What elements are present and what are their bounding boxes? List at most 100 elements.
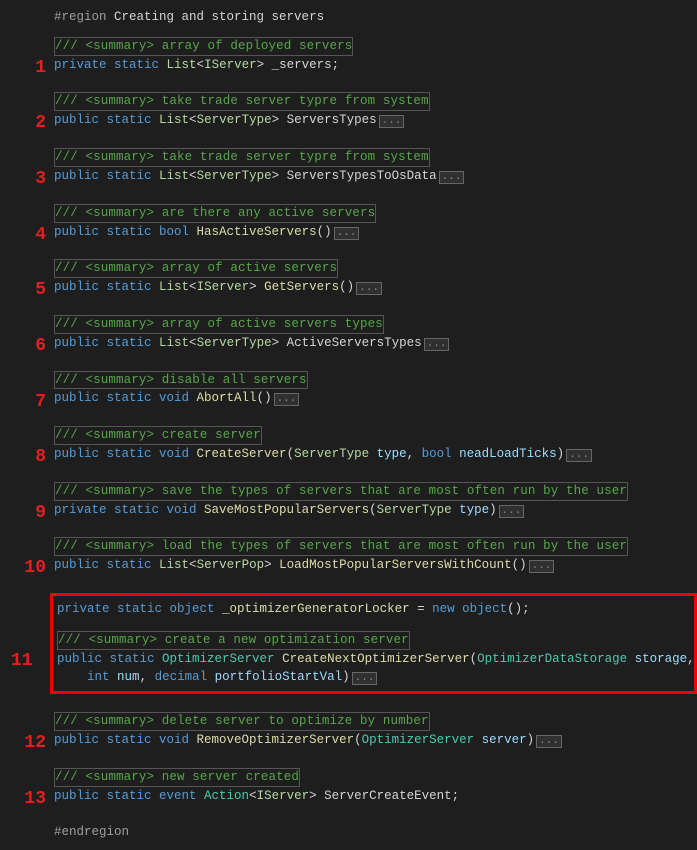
token: > (272, 169, 287, 183)
annotation-number: 1 (4, 55, 46, 82)
token: public (54, 336, 107, 350)
code-line: public static OptimizerServer CreateNext… (57, 650, 690, 669)
code-line: public static List<ServerType> ServersTy… (54, 111, 697, 130)
token: new (432, 602, 462, 616)
token: private (57, 602, 117, 616)
annotation-number: 5 (4, 277, 46, 304)
token: ServerCreateEvent (324, 789, 452, 803)
token: public (54, 169, 107, 183)
region-start: #region Creating and storing servers (0, 8, 697, 27)
token: LoadMostPopularServersWithCount (279, 558, 512, 572)
token: > (272, 113, 287, 127)
token: void (159, 447, 197, 461)
token: , (140, 670, 155, 684)
token: static (107, 391, 160, 405)
token: > (249, 280, 264, 294)
token: portfolioStartVal (215, 670, 343, 684)
token: ) (527, 733, 535, 747)
code-line: private static object _optimizerGenerato… (57, 600, 690, 619)
fold-icon[interactable]: ... (356, 282, 382, 295)
annotation-number: 11 (11, 648, 33, 675)
code-line: int num, decimal portfolioStartVal)... (57, 668, 690, 687)
token: void (159, 733, 197, 747)
summary-comment: /// <summary> save the types of servers … (54, 482, 628, 501)
token: List (159, 336, 189, 350)
token: static (107, 169, 160, 183)
token: static (117, 602, 170, 616)
code-block-10: 10/// <summary> load the types of server… (0, 537, 697, 575)
code-line: public static bool HasActiveServers()... (54, 223, 697, 242)
token: storage (635, 652, 688, 666)
token: static (107, 225, 160, 239)
token: List (159, 558, 189, 572)
token: object (170, 602, 223, 616)
code-line: public static event Action<IServer> Serv… (54, 787, 697, 806)
summary-comment: /// <summary> array of active servers (54, 259, 338, 278)
fold-icon[interactable]: ... (274, 393, 300, 406)
token: CreateNextOptimizerServer (282, 652, 470, 666)
summary-comment: /// <summary> are there any active serve… (54, 204, 376, 223)
token: bool (422, 447, 460, 461)
code-block-13: 13/// <summary> new server createdpublic… (0, 768, 697, 806)
token: Action (204, 789, 249, 803)
annotation-number: 3 (4, 166, 46, 193)
token: () (512, 558, 527, 572)
token: server (482, 733, 527, 747)
token: public (54, 733, 107, 747)
token: num (117, 670, 140, 684)
token: , (687, 652, 695, 666)
fold-icon[interactable]: ... (379, 115, 405, 128)
annotation-number: 13 (4, 786, 46, 813)
token: < (189, 169, 197, 183)
fold-icon[interactable]: ... (352, 672, 378, 685)
code-line: public static List<IServer> GetServers()… (54, 278, 697, 297)
fold-icon[interactable]: ... (529, 560, 555, 573)
code-block-1: 1/// <summary> array of deployed servers… (0, 37, 697, 75)
token: = (410, 602, 433, 616)
summary-comment: /// <summary> take trade server typre fr… (54, 92, 430, 111)
token: , (407, 447, 422, 461)
token: _optimizerGeneratorLocker (222, 602, 410, 616)
fold-icon[interactable]: ... (499, 505, 525, 518)
code-line: public static void CreateServer(ServerTy… (54, 445, 697, 464)
token: static (114, 503, 167, 517)
code-line: public static void RemoveOptimizerServer… (54, 731, 697, 750)
fold-icon[interactable]: ... (439, 171, 465, 184)
token: List (167, 58, 197, 72)
token: type (459, 503, 489, 517)
token: ActiveServersTypes (287, 336, 422, 350)
token: GetServers (264, 280, 339, 294)
token: OptimizerServer (162, 652, 282, 666)
region-kw: #region (54, 10, 107, 24)
code-block-8: 8/// <summary> create serverpublic stati… (0, 426, 697, 464)
token: public (54, 558, 107, 572)
code-line: public static List<ServerPop> LoadMostPo… (54, 556, 697, 575)
token: _servers (272, 58, 332, 72)
token: HasActiveServers (197, 225, 317, 239)
token: SaveMostPopularServers (204, 503, 369, 517)
summary-comment: /// <summary> load the types of servers … (54, 537, 628, 556)
token: ( (287, 447, 295, 461)
token: CreateServer (197, 447, 287, 461)
token: ServerType (197, 169, 272, 183)
code-line: public static void AbortAll()... (54, 389, 697, 408)
token: static (107, 336, 160, 350)
fold-icon[interactable]: ... (424, 338, 450, 351)
summary-comment: /// <summary> disable all servers (54, 371, 308, 390)
token: static (107, 447, 160, 461)
token: ( (470, 652, 478, 666)
region-end: #endregion (0, 823, 697, 842)
fold-icon[interactable]: ... (334, 227, 360, 240)
highlighted-block-11: 11private static object _optimizerGenera… (50, 593, 697, 694)
token: < (197, 58, 205, 72)
token: > (309, 789, 324, 803)
token: public (54, 447, 107, 461)
fold-icon[interactable]: ... (536, 735, 562, 748)
token: ) (557, 447, 565, 461)
fold-icon[interactable]: ... (566, 449, 592, 462)
token: > (257, 58, 272, 72)
region-title: Creating and storing servers (114, 10, 324, 24)
token: public (54, 113, 107, 127)
token: ServersTypesToOsData (287, 169, 437, 183)
code-block-6: 6/// <summary> array of active servers t… (0, 315, 697, 353)
